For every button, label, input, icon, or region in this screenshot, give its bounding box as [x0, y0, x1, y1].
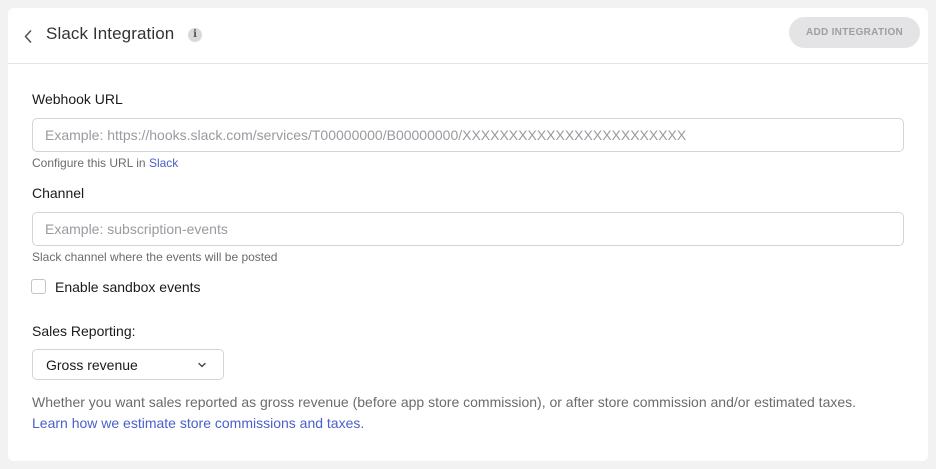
webhook-url-hint: Configure this URL in Slack — [32, 156, 178, 170]
webhook-url-label: Webhook URL — [32, 91, 123, 107]
info-icon[interactable]: i — [188, 28, 202, 42]
integration-card: Slack Integration i ADD INTEGRATION Webh… — [8, 8, 928, 461]
page-title: Slack Integration — [46, 24, 175, 43]
card-header: Slack Integration i ADD INTEGRATION — [8, 8, 928, 64]
sandbox-events-checkbox[interactable] — [31, 279, 46, 294]
add-integration-button[interactable]: ADD INTEGRATION — [789, 17, 920, 48]
webhook-url-input[interactable] — [32, 118, 904, 152]
chevron-down-icon — [198, 362, 206, 368]
sales-reporting-selected-value: Gross revenue — [46, 357, 138, 373]
sales-reporting-label: Sales Reporting: — [32, 323, 136, 339]
sales-reporting-description: Whether you want sales reported as gross… — [32, 394, 857, 410]
slack-link[interactable]: Slack — [149, 156, 178, 170]
back-button[interactable] — [20, 26, 36, 46]
sandbox-events-label[interactable]: Enable sandbox events — [55, 279, 201, 295]
channel-input[interactable] — [32, 212, 904, 246]
chevron-left-icon — [24, 29, 32, 43]
webhook-hint-text: Configure this URL in — [32, 156, 149, 170]
channel-label: Channel — [32, 185, 85, 201]
sales-reporting-select[interactable]: Gross revenue — [32, 349, 224, 380]
learn-more-link[interactable]: Learn how we estimate store commissions … — [32, 413, 364, 434]
channel-hint: Slack channel where the events will be p… — [32, 250, 278, 264]
